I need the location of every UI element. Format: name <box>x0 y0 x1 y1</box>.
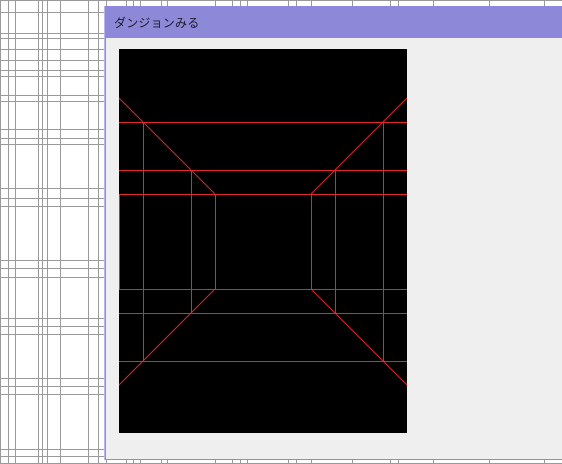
perspective-diagonal <box>119 97 216 195</box>
title-bar[interactable]: ダンジョンみる <box>106 7 562 38</box>
perspective-diagonal <box>310 97 407 195</box>
perspective-diagonal <box>119 288 216 386</box>
app-window: ダンジョンみる <box>105 6 562 460</box>
dungeon-view <box>119 49 407 433</box>
dungeon-wireframe <box>119 97 407 386</box>
perspective-diagonal <box>310 288 407 386</box>
window-title: ダンジョンみる <box>114 16 200 30</box>
